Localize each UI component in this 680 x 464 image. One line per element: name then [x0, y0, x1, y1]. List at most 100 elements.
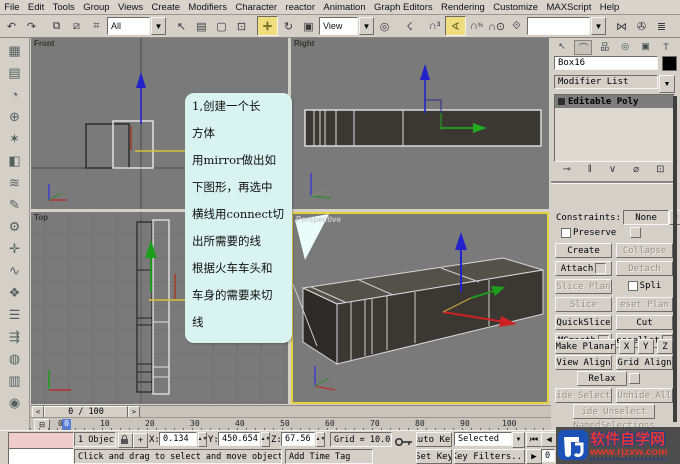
undo-icon[interactable]: ↶ [2, 17, 21, 35]
extras-tab-icon[interactable]: ◉ [4, 392, 26, 413]
mapping-tab-icon[interactable]: ❖ [4, 282, 26, 303]
split-checkbox-row[interactable]: Spli [616, 279, 673, 292]
create-tab-icon[interactable]: ↖ [554, 40, 570, 53]
detach-button[interactable]: Detach [616, 261, 673, 276]
track-bar[interactable]: ⊟ 0 0 10 20 30 40 50 60 70 80 90 100 [30, 417, 551, 431]
select-and-scale-icon[interactable]: ▣ [299, 17, 318, 35]
selection-filter-dropdown[interactable]: All [107, 17, 150, 35]
menu-animation[interactable]: Animation [319, 2, 370, 13]
reset-plane-button[interactable]: eset Plan [616, 297, 673, 312]
selected-set-arrow-icon[interactable]: ▼ [512, 432, 525, 448]
planar-y-button[interactable]: Y [637, 339, 654, 354]
maxscript-listener-pink[interactable] [8, 432, 74, 449]
key-filters-button[interactable]: Key Filters... [454, 449, 525, 464]
planar-z-button[interactable]: Z [656, 339, 673, 354]
unlink-selection-icon[interactable]: ⧄ [67, 17, 86, 35]
slice-button[interactable]: Slice [555, 297, 612, 312]
stack-item-editable-poly[interactable]: Editable Poly [555, 95, 674, 108]
selected-set-dropdown[interactable]: Selected [454, 432, 512, 446]
select-and-rotate-icon[interactable]: ↻ [279, 17, 298, 35]
menu-group[interactable]: Group [79, 2, 114, 13]
objects-tab-icon[interactable]: ▦ [4, 40, 26, 61]
go-to-start-icon[interactable]: ⏮ [526, 432, 542, 447]
menu-customize[interactable]: Customize [489, 2, 542, 13]
cut-button[interactable]: Cut [616, 315, 673, 330]
mirror-icon[interactable]: ⋈ [612, 17, 631, 35]
grid-align-button[interactable]: Grid Align [616, 355, 673, 370]
menu-rendering[interactable]: Rendering [437, 2, 489, 13]
hide-unselected-button[interactable]: ide Unselect [573, 404, 655, 419]
slice-plane-button[interactable]: Slice Plan [555, 279, 612, 294]
viewport-perspective[interactable]: Perspective [291, 212, 549, 404]
keyboard-shortcut-override-icon[interactable] [394, 436, 414, 448]
redo-icon[interactable]: ↷ [22, 17, 41, 35]
lights-cameras-tab-icon[interactable]: ⊕ [4, 106, 26, 127]
snap-toggle-3d-icon[interactable]: ∩³ [425, 17, 444, 35]
spinner-snap-icon[interactable]: ∩⊙ [487, 17, 506, 35]
bind-to-spacewarp-icon[interactable]: ⌗ [87, 17, 106, 35]
menu-create[interactable]: Create [147, 2, 184, 13]
modify-tab-icon[interactable]: ⌒ [574, 40, 593, 55]
make-unique-icon[interactable]: ∨ [609, 164, 616, 175]
menu-graph-editors[interactable]: Graph Editors [370, 2, 437, 13]
selection-lock-icon[interactable] [118, 433, 133, 448]
select-and-manipulate-icon[interactable]: ☇ [400, 17, 419, 35]
x-spinner[interactable]: ▲▼ [198, 432, 207, 447]
rectangular-selection-region-icon[interactable]: ▢ [212, 17, 231, 35]
named-sets-arrow-icon[interactable]: ▼ [591, 17, 606, 35]
panel-scrollbar[interactable] [673, 96, 677, 422]
layer-manager-icon[interactable]: ≣ [652, 17, 671, 35]
shapes-tab-icon[interactable]: ▤ [4, 62, 26, 83]
modifier-list-arrow-icon[interactable]: ▼ [659, 75, 675, 93]
menu-modifiers[interactable]: Modifiers [184, 2, 231, 13]
object-color-swatch[interactable] [662, 56, 677, 71]
percent-snap-icon[interactable]: ∩% [467, 17, 486, 35]
make-planar-button[interactable]: Make Planar [555, 339, 616, 354]
use-pivot-point-icon[interactable]: ◎ [375, 17, 394, 35]
modeling-tab-icon[interactable]: ⚙ [4, 216, 26, 237]
preserve-checkbox[interactable] [561, 227, 571, 238]
viewport-right[interactable]: Right [291, 38, 549, 209]
particles-tab-icon[interactable]: ✶ [4, 128, 26, 149]
named-selection-sets-dropdown[interactable] [527, 17, 590, 35]
window-crossing-icon[interactable]: ⊡ [232, 17, 251, 35]
menu-reactor[interactable]: reactor [281, 2, 319, 13]
motion-tab-icon[interactable]: ◎ [617, 40, 633, 53]
auto-key-button[interactable]: Auto Key [416, 432, 452, 447]
menu-maxscript[interactable]: MAXScript [542, 2, 595, 13]
unhide-all-button[interactable]: Unhide All [616, 388, 673, 403]
select-by-name-icon[interactable]: ▤ [192, 17, 211, 35]
modifiers-tab-icon[interactable]: ✎ [4, 194, 26, 215]
prev-frame-icon[interactable]: ◀ [541, 432, 557, 447]
utilities-tab-icon[interactable]: Τ [658, 40, 674, 53]
selection-filter-arrow-icon[interactable]: ▼ [151, 17, 166, 35]
compounds-tab-icon[interactable]: ◔ [4, 84, 26, 105]
hierarchy-tab-icon[interactable]: 品 [597, 40, 613, 53]
quickslice-button[interactable]: QuickSlice [555, 315, 612, 330]
menu-character[interactable]: Character [231, 2, 281, 13]
configure-modifier-sets-icon[interactable]: ⊡ [656, 164, 664, 175]
view-align-button[interactable]: View Align [555, 355, 612, 370]
absolute-offset-toggle-icon[interactable]: + [133, 433, 148, 448]
object-name-field[interactable]: Box16 [554, 56, 658, 70]
create-button[interactable]: Create [555, 243, 612, 258]
menu-file[interactable]: File [0, 2, 24, 13]
hide-selected-button[interactable]: ide Select [555, 388, 612, 403]
schematic-tab-icon[interactable]: ☰ [4, 304, 26, 325]
display-tab-icon[interactable]: ▣ [638, 40, 654, 53]
utilities-tab-icon[interactable]: ◍ [4, 348, 26, 369]
select-and-move-icon[interactable]: ✛ [257, 16, 278, 36]
maxscript-listener-white[interactable] [8, 448, 74, 464]
relax-button[interactable]: Relax [577, 371, 627, 386]
next-frame-icon[interactable]: ▶ [526, 449, 542, 464]
select-object-icon[interactable]: ↖ [172, 17, 191, 35]
helpers-tab-icon[interactable]: ◧ [4, 150, 26, 171]
maxscript-tab-icon[interactable]: ▥ [4, 370, 26, 391]
modifier-list-dropdown[interactable]: Modifier List [554, 75, 658, 89]
frame-number-field[interactable]: 0 [541, 449, 555, 462]
planar-x-button[interactable]: X [618, 339, 635, 354]
preserve-settings-icon[interactable] [630, 227, 642, 238]
animation-tab-icon[interactable]: ⇶ [4, 326, 26, 347]
z-spinner[interactable]: ▲▼ [316, 432, 325, 447]
reference-coordinate-arrow-icon[interactable]: ▼ [359, 17, 374, 35]
